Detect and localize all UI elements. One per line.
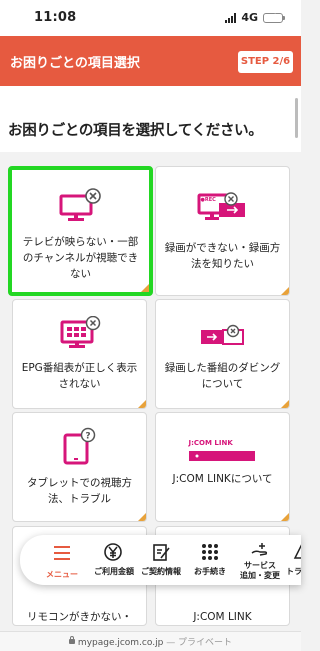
tablet-help-icon: ? xyxy=(62,427,98,471)
corner-marker xyxy=(281,513,289,521)
nav-menu[interactable]: メニュー xyxy=(32,535,92,585)
nav-procedures[interactable]: お手続き xyxy=(190,535,230,585)
nav-label: メニュー xyxy=(46,570,78,579)
nav-label: ご利用金額 xyxy=(94,567,134,576)
hamburger-menu-icon xyxy=(52,545,72,565)
nav-label: お手続き xyxy=(194,567,226,576)
option-label: テレビが映らない・一部のチャンネルが視聴できない xyxy=(22,236,139,280)
nav-label-line2: 追加・変更 xyxy=(240,571,280,580)
bottom-nav: メニュー ご利用金額 ご契約情報 お手続き サービス 追加・変更 トラ xyxy=(20,535,301,585)
option-label: J:COM LINKについて xyxy=(172,473,273,485)
signal-icon xyxy=(225,12,237,23)
option-card-jcom-link[interactable]: J:COM LINK J:COM LINKについて xyxy=(155,412,290,522)
option-card-tablet[interactable]: ? タブレットでの視聴方法、トラブル xyxy=(12,412,147,522)
heading-section: お困りごとの項目を選択してください。 xyxy=(0,86,301,152)
corner-marker xyxy=(281,287,289,295)
status-bar: 11:08 4G ⚡ xyxy=(0,0,301,36)
tv-error-icon xyxy=(59,188,103,232)
yen-icon xyxy=(103,542,123,566)
nav-contract[interactable]: ご契約情報 xyxy=(138,535,184,585)
jcom-link-icon: J:COM LINK xyxy=(187,437,259,469)
url-text: mypage.jcom.co.jp — プライベート xyxy=(0,635,301,648)
option-label: 録画した番組のダビングについて xyxy=(164,362,281,390)
status-time: 11:08 xyxy=(34,10,77,25)
dubbing-icon xyxy=(199,324,247,354)
contract-edit-icon xyxy=(151,542,171,566)
url-private-label: — プライベート xyxy=(166,638,233,648)
option-card-tv-not-showing[interactable]: テレビが映らない・一部のチャンネルが視聴できない xyxy=(8,166,153,296)
battery-charging-icon: ⚡ xyxy=(263,12,285,23)
rec-text: ●REC xyxy=(200,197,216,203)
trouble-icon xyxy=(291,542,301,566)
corner-marker xyxy=(138,400,146,408)
grid-dots-icon xyxy=(200,542,220,566)
nav-trouble[interactable]: トラ xyxy=(286,535,301,585)
option-label: EPG番組表が正しく表示されない xyxy=(21,362,138,390)
step-badge: STEP 2/6 xyxy=(238,51,293,73)
corner-marker xyxy=(281,400,289,408)
browser-url-bar[interactable]: mypage.jcom.co.jp — プライベート xyxy=(0,631,301,651)
jcom-link-device-text: J:COM LINK xyxy=(188,439,233,447)
scrollbar[interactable] xyxy=(295,98,298,138)
nav-billing[interactable]: ご利用金額 xyxy=(94,535,134,585)
hand-plus-icon xyxy=(250,540,270,562)
page-heading: お困りごとの項目を選択してください。 xyxy=(8,123,263,139)
status-indicators: 4G ⚡ xyxy=(225,11,285,24)
recorder-icon: ●REC xyxy=(197,191,249,231)
header-title: お困りごとの項目選択 xyxy=(10,56,140,71)
url-domain: mypage.jcom.co.jp xyxy=(77,638,164,648)
option-label: 録画ができない・録画方法を知りたい xyxy=(164,242,281,270)
option-card-dubbing[interactable]: 録画した番組のダビングについて xyxy=(155,299,290,409)
option-label: リモコンがきかない・ xyxy=(27,611,132,623)
svg-text:?: ? xyxy=(85,432,90,442)
nav-label: ご契約情報 xyxy=(141,567,181,576)
nav-label: トラ xyxy=(286,567,301,576)
corner-marker xyxy=(141,284,149,292)
lock-icon xyxy=(68,636,75,644)
network-type: 4G xyxy=(241,11,258,24)
option-label: タブレットでの視聴方法、トラブル xyxy=(27,477,132,505)
app-header: お困りごとの項目選択 STEP 2/6 xyxy=(0,36,301,86)
nav-service-change[interactable]: サービス 追加・変更 xyxy=(236,535,284,585)
nav-label-line1: サービス xyxy=(244,561,276,570)
corner-marker xyxy=(138,513,146,521)
option-card-epg[interactable]: EPG番組表が正しく表示されない xyxy=(12,299,147,409)
option-card-recording[interactable]: ●REC 録画ができない・録画方法を知りたい xyxy=(155,166,290,296)
epg-error-icon xyxy=(58,315,102,358)
option-label: J:COM LINK xyxy=(193,611,252,623)
